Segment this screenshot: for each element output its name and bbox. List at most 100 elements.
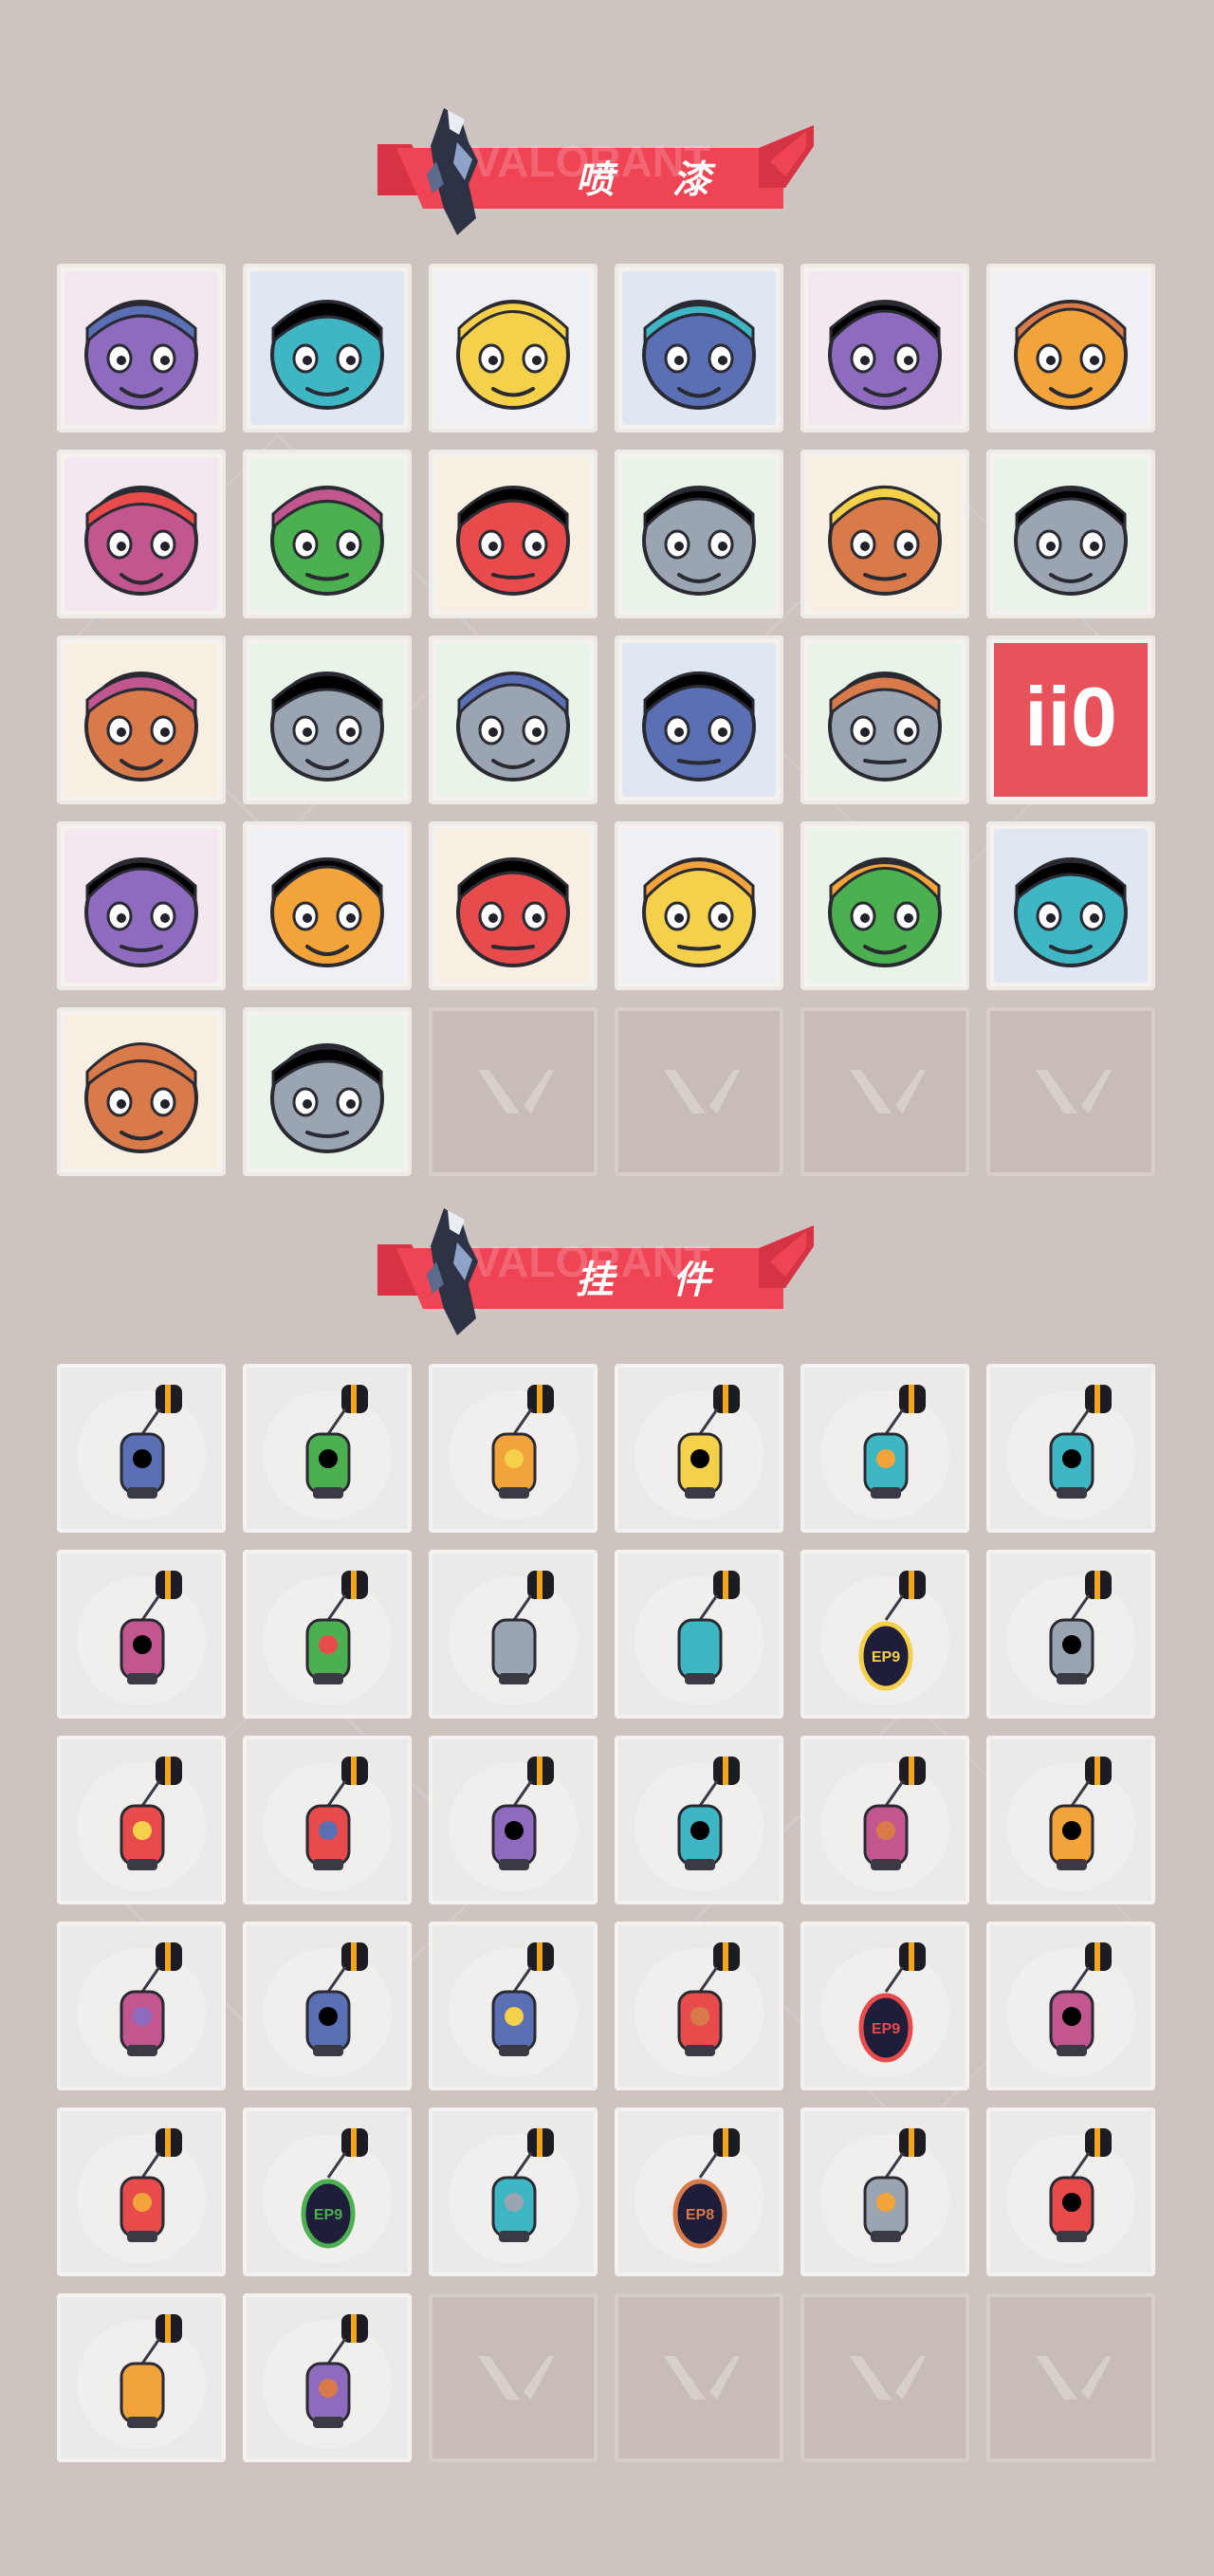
- ep8-badge-icon: EP8: [635, 2128, 763, 2263]
- braided-cord-charm[interactable]: [429, 1550, 598, 1719]
- ep9-badge-icon: EP9: [820, 1942, 949, 2077]
- glasses-man-spray[interactable]: [800, 821, 969, 990]
- green-pager-charm[interactable]: [243, 1922, 412, 2090]
- lava-lamp-charm[interactable]: [57, 1922, 226, 2090]
- spiked-club-charm[interactable]: [57, 1550, 226, 1719]
- cupcake-charm[interactable]: [615, 1550, 783, 1719]
- green-eyes-spray[interactable]: [429, 450, 598, 618]
- valorant-logo-icon: [664, 2356, 740, 2400]
- hooded-agent-icon: [642, 672, 756, 782]
- red-x-spray[interactable]: [243, 821, 412, 990]
- ep8-green-charm[interactable]: EP8: [615, 2107, 783, 2276]
- energy-canister-charm[interactable]: [986, 1364, 1155, 1533]
- angry-girl-spray[interactable]: [986, 450, 1155, 618]
- ep9-purple-charm[interactable]: EP9: [800, 1550, 969, 1719]
- wave-bear-spray[interactable]: [429, 821, 598, 990]
- valorant-logo-icon: [994, 829, 1148, 983]
- bearded-smirk-spray[interactable]: [800, 635, 969, 804]
- radio-device-charm[interactable]: [57, 1736, 226, 1904]
- number-sign-spray[interactable]: ii0: [986, 635, 1155, 804]
- wave-bear-icon: [436, 829, 590, 983]
- armored-bird-spray[interactable]: [57, 821, 226, 990]
- creature-icon: [820, 1757, 949, 1891]
- purple-graffiti-spray[interactable]: [57, 1007, 226, 1176]
- black-creature-charm[interactable]: [800, 1736, 969, 1904]
- valorant-logo-icon: [478, 2356, 554, 2400]
- charms-grid: EP9 EP9 EP9 EP8: [57, 1364, 1157, 2468]
- black-v-charm[interactable]: [243, 2293, 412, 2462]
- red-logo-circle-icon: [250, 1015, 404, 1168]
- empty-slot: [800, 2293, 969, 2462]
- empty-slot: [615, 1007, 783, 1176]
- raccoon-sunglasses-spray[interactable]: [800, 264, 969, 432]
- clown-face-spray[interactable]: [429, 264, 598, 432]
- robot-drone-charm[interactable]: [243, 1364, 412, 1533]
- astronaut-charm[interactable]: [429, 1922, 598, 2090]
- valorant-logo-icon: [850, 1070, 926, 1113]
- grey-cat-icon: [456, 672, 570, 782]
- bronze-medallion-charm[interactable]: [57, 2293, 226, 2462]
- valorant-logo-icon: [664, 1070, 740, 1113]
- armored-knight-spray[interactable]: [243, 264, 412, 432]
- agent-figure-icon: [427, 1208, 478, 1335]
- section-banner: VALORANT 挂 件: [377, 1205, 814, 1337]
- raccoon-icon: [808, 271, 962, 425]
- hooded-agent-spray[interactable]: [615, 635, 783, 804]
- hat-figure-charm[interactable]: [429, 1736, 598, 1904]
- penguin-beanie-spray[interactable]: [57, 635, 226, 804]
- white-outline-charm[interactable]: [429, 2107, 598, 2276]
- agent-figure-icon: [263, 1757, 392, 1891]
- orange-fish-charm[interactable]: [243, 1550, 412, 1719]
- grey-cat-spray[interactable]: [429, 635, 598, 804]
- walkie-talkie-charm[interactable]: [615, 1922, 783, 2090]
- ufo-charm[interactable]: [800, 2107, 969, 2276]
- bearded-man-spray[interactable]: [986, 264, 1155, 432]
- valorant-logo-icon: [664, 1070, 740, 1113]
- pouch-icon: [820, 1385, 949, 1519]
- green-eyes-icon: [436, 457, 590, 611]
- top-hat-spray[interactable]: [615, 264, 783, 432]
- soda-can-icon: [77, 2128, 206, 2263]
- gold-cat-charm[interactable]: [57, 1364, 226, 1533]
- green-crate-spray[interactable]: [243, 450, 412, 618]
- ep9-badge-icon: EP9: [820, 1571, 949, 1705]
- sprays-title: 喷 漆: [576, 157, 733, 202]
- number-sign-icon: ii0: [994, 643, 1148, 797]
- pixel-agent-spray[interactable]: [57, 264, 226, 432]
- tiger-spray[interactable]: [800, 450, 969, 618]
- silver-agent-icon: [1006, 1942, 1135, 2077]
- valorant-logo-icon: [850, 2356, 926, 2400]
- spiked-club-icon: [77, 1571, 206, 1705]
- armored-knight-icon: [250, 271, 404, 425]
- astronaut-icon: [449, 1942, 578, 2077]
- ep9-violet-charm[interactable]: EP9: [800, 1922, 969, 2090]
- anime-boy-icon: [64, 457, 218, 611]
- red-valorant-circle-spray[interactable]: [243, 1007, 412, 1176]
- crying-creature-spray[interactable]: [615, 450, 783, 618]
- bear-bell-charm[interactable]: [986, 1550, 1155, 1719]
- agent-figure-charm[interactable]: [243, 1736, 412, 1904]
- wooden-box-charm[interactable]: [615, 1736, 783, 1904]
- outline-badge-icon: [449, 2128, 578, 2263]
- shark-spray[interactable]: [615, 821, 783, 990]
- penguin-icon: [64, 643, 218, 797]
- valorant-logo-teal-spray[interactable]: [986, 821, 1155, 990]
- koi-fish-charm[interactable]: [986, 2107, 1155, 2276]
- ep9-gold-charm[interactable]: EP9: [243, 2107, 412, 2276]
- valorant-logo-icon: [478, 2356, 554, 2400]
- soda-can-charm[interactable]: [57, 2107, 226, 2276]
- anime-boy-spray[interactable]: [57, 450, 226, 618]
- pixel-agent-icon: [64, 271, 218, 425]
- armored-cat-charm[interactable]: [615, 1364, 783, 1533]
- dark-bird-charm[interactable]: [986, 1736, 1155, 1904]
- tiger-icon: [808, 457, 962, 611]
- valorant-logo-icon: [850, 2356, 926, 2400]
- basket-charm[interactable]: [429, 1364, 598, 1533]
- red-x-icon: [250, 829, 404, 983]
- round-pouch-charm[interactable]: [800, 1364, 969, 1533]
- frog-witch-spray[interactable]: [243, 635, 412, 804]
- shark-icon: [622, 829, 776, 983]
- armored-cat-icon: [635, 1385, 763, 1519]
- valorant-logo-icon: [1036, 2356, 1112, 2400]
- silver-agent-charm[interactable]: [986, 1922, 1155, 2090]
